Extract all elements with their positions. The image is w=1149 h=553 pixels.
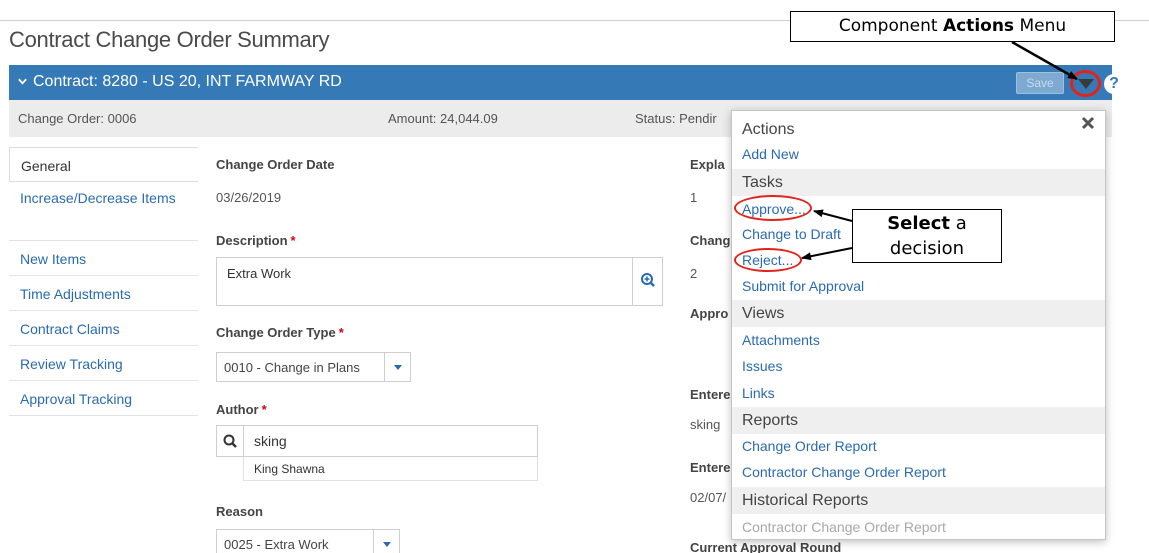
callout-arrows xyxy=(801,40,1078,261)
arrow-to-actions-button xyxy=(1011,40,1078,81)
arrow-to-approve xyxy=(813,209,853,222)
arrow-to-reject xyxy=(801,247,853,261)
